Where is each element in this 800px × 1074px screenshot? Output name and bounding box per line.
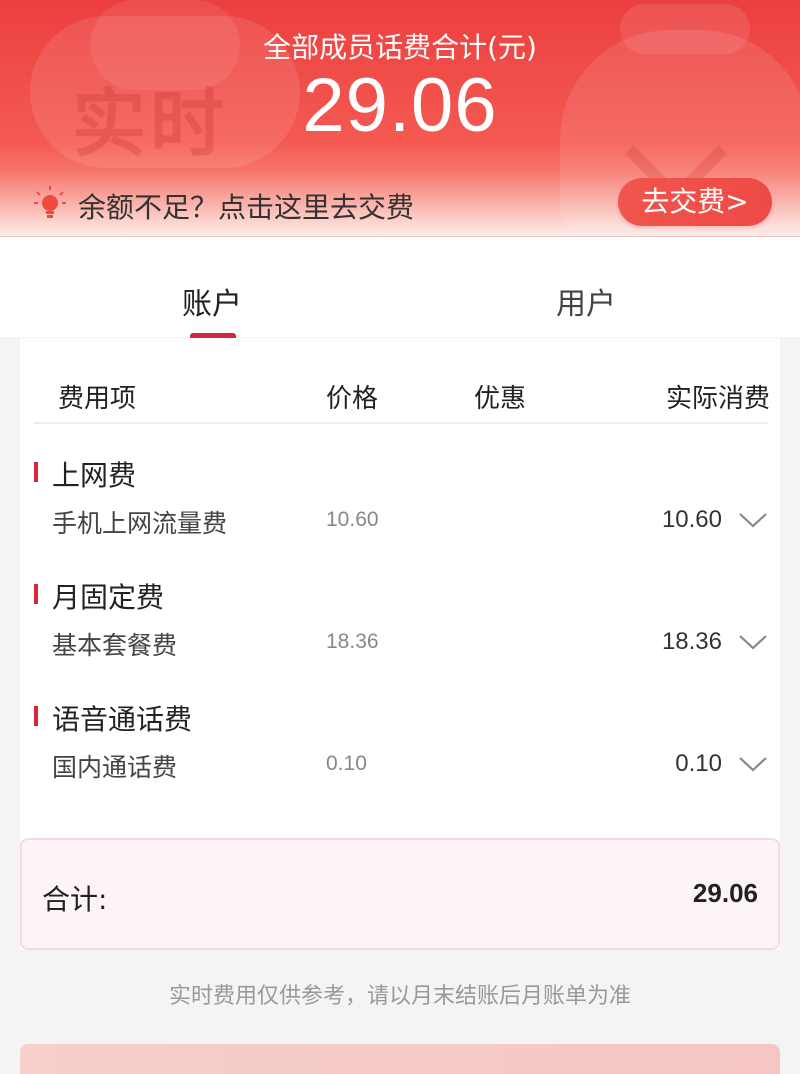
chevron-down-icon[interactable] [738, 510, 768, 530]
lightbulb-icon [34, 186, 66, 218]
chevron-down-icon[interactable] [738, 754, 768, 774]
fee-actual: 10.60 [661, 506, 722, 533]
category-label: 语音通话费 [52, 703, 193, 736]
column-header-item: 费用项 [58, 384, 137, 414]
disclaimer-text: 实时费用仅供参考，请以月末结账后月账单为准 [168, 984, 631, 1009]
column-header-actual: 实际消费 [666, 384, 771, 414]
tab-account[interactable]: 账户 [182, 279, 242, 323]
balance-notice[interactable]: 余额不足？点击这里去交费 去交费> [0, 170, 800, 236]
pay-button[interactable]: 去交费> [618, 178, 772, 226]
category-marker [34, 706, 38, 726]
total-amount: 29.06 [302, 63, 498, 148]
fee-actual: 0.10 [675, 750, 722, 777]
column-header-price: 价格 [326, 384, 379, 414]
tab-bar: 账户 用户 [0, 237, 800, 339]
summary-value: 29.06 [692, 878, 758, 908]
bottom-action-bar[interactable] [20, 1044, 780, 1074]
fee-price: 10.60 [326, 508, 379, 531]
chevron-down-icon[interactable] [738, 632, 768, 652]
tab-user[interactable]: 用户 [556, 279, 616, 323]
fee-name: 手机上网流量费 [52, 509, 228, 538]
fee-name: 基本套餐费 [52, 631, 178, 660]
category-marker [34, 584, 38, 604]
fee-price: 18.36 [326, 630, 379, 653]
category-marker [34, 462, 38, 482]
header-banner: 实时 全部成员话费合计(元) 29.06 余额不足？点击这里去交费 去交费> [0, 0, 800, 238]
fee-name: 国内通话费 [52, 753, 178, 782]
fee-table-card: 费用项 价格 优惠 实际消费 上网费 手机上网流量费 10.60 10.60 月… [20, 338, 780, 950]
total-title: 全部成员话费合计(元) [263, 31, 537, 64]
summary-label: 合计: [42, 883, 108, 916]
summary-box: 合计: 29.06 [20, 838, 780, 950]
header-divider [34, 422, 768, 424]
category-label: 上网费 [52, 459, 137, 492]
fee-actual: 18.36 [661, 628, 722, 655]
notice-text: 余额不足？点击这里去交费 [78, 191, 415, 224]
category-label: 月固定费 [52, 581, 165, 614]
fee-price: 0.10 [326, 752, 367, 775]
column-header-discount: 优惠 [474, 384, 527, 414]
